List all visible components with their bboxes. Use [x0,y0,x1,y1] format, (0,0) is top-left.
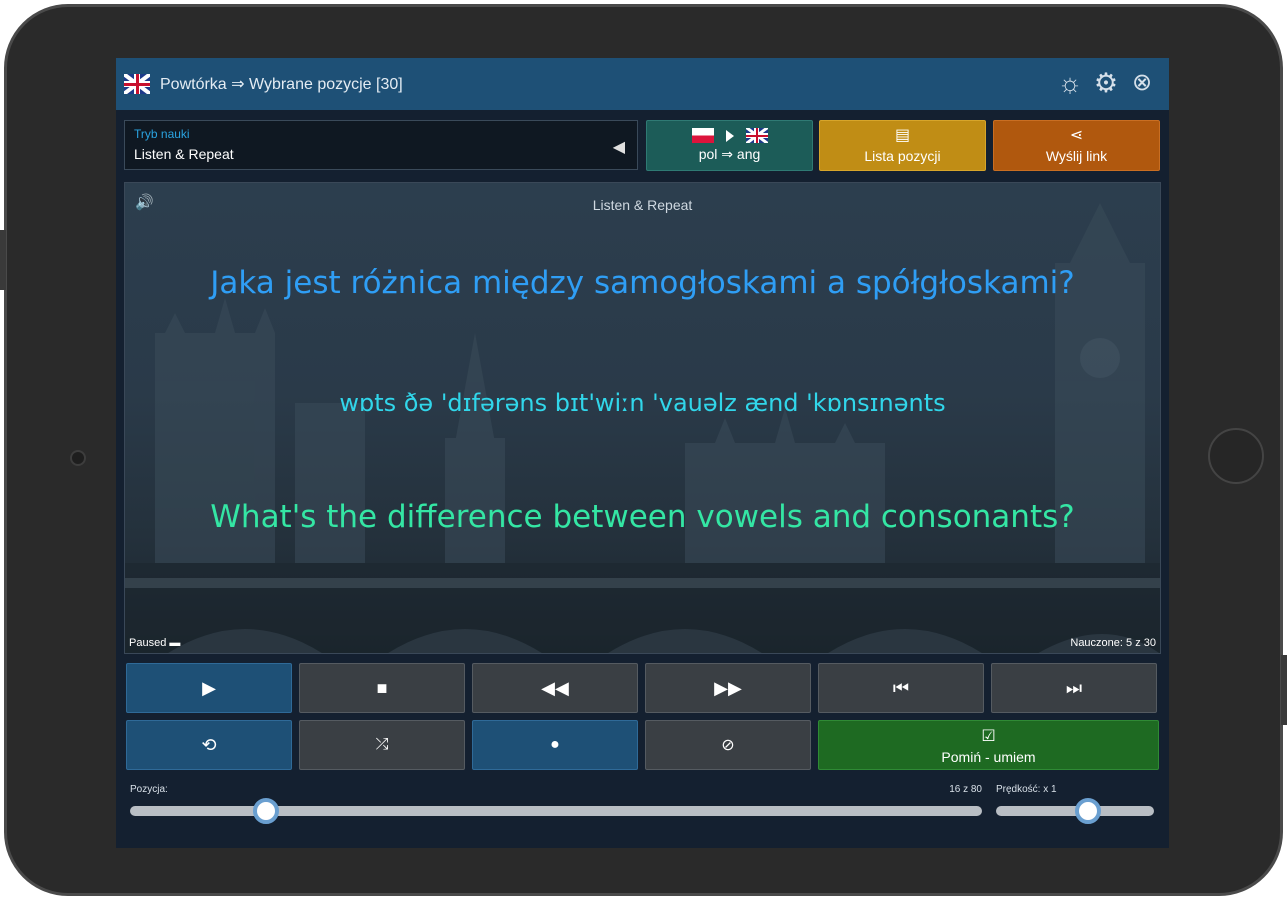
list-icon: ▤ [894,127,911,144]
tablet-camera [70,450,86,466]
skip-to-start-button[interactable]: ⏮ [818,663,984,713]
fast-forward-button[interactable]: ▶▶ [645,663,811,713]
uk-flag-icon [124,74,150,94]
rewind-button[interactable]: ◀◀ [472,663,638,713]
skip-known-button[interactable]: ☑ Pomiń - umiem [818,720,1159,770]
shuffle-button[interactable]: ⤮ [299,720,465,770]
stop-icon: ■ [376,677,388,698]
stage-mode-label: Listen & Repeat [592,197,693,213]
send-link-label: Wyślij link [1045,148,1108,164]
language-direction-label: pol ⇒ ang [698,146,761,162]
triangle-left-icon: ◀ [612,139,625,156]
fast-forward-icon: ▶▶ [714,677,742,698]
mute-button[interactable]: ⊘ [645,720,811,770]
user-voice-button[interactable]: ● [472,720,638,770]
title-bar: Powtórka ⇒ Wybrane pozycje [30] ☼ ⚙ ⊗ [116,58,1169,110]
play-icon: ▶ [202,677,216,698]
gear-icon[interactable]: ⚙ [1091,68,1121,98]
item-list-button[interactable]: ▤ Lista pozycji [819,120,986,171]
position-slider-handle[interactable] [253,798,280,824]
learning-mode-value: Listen & Repeat [134,146,234,162]
app-screen: Powtórka ⇒ Wybrane pozycje [30] ☼ ⚙ ⊗ Tr… [116,58,1169,848]
check-icon: ☑ [981,727,996,745]
skip-known-label: Pomiń - umiem [941,748,1036,765]
uk-flag-icon [745,128,768,143]
skip-start-icon: ⏮ [892,677,910,698]
position-counter: 16 z 80 [949,784,982,795]
repeat-icon: ⟲ [201,734,217,755]
phonetic-transcription: wɒts ðə 'dɪfərəns bɪt'wiːn 'vauəlz ænd '… [339,389,946,417]
playback-status: Paused ▬ [129,637,181,649]
title-actions: ☼ ⚙ ⊗ [1055,68,1157,98]
source-sentence: Jaka jest różnica między samogłoskami a … [210,265,1075,301]
repeat-button[interactable]: ⟲ [126,720,292,770]
speed-slider-handle[interactable] [1074,798,1101,824]
speed-label: Prędkość: x 1 [996,784,1057,795]
tablet-home-button [1208,428,1264,484]
shuffle-icon: ⤮ [375,736,389,753]
close-icon[interactable]: ⊗ [1127,68,1157,98]
skip-end-icon: ⏭ [1065,677,1083,698]
target-sentence: What's the difference between vowels and… [210,499,1075,535]
item-list-label: Lista pozycji [864,148,941,164]
tablet-side-button [0,230,6,290]
tablet-side-button-right [1281,655,1287,725]
skip-to-end-button[interactable]: ⏭ [991,663,1157,713]
learned-counter: Nauczone: 5 z 30 [1070,637,1156,649]
learning-mode-label: Tryb nauki [134,127,190,141]
bell-slash-icon: ⊘ [721,737,735,754]
sun-icon[interactable]: ☼ [1055,68,1085,98]
send-link-button[interactable]: ⋖ Wyślij link [993,120,1160,171]
language-direction-button[interactable]: pol ⇒ ang [646,120,813,171]
language-flags [691,128,768,143]
window-title: Powtórka ⇒ Wybrane pozycje [30] [160,76,403,93]
play-button[interactable]: ▶ [126,663,292,713]
share-icon: ⋖ [1069,127,1084,144]
flashcard-stage: 🔊 Listen & Repeat Jaka jest różnica międ… [124,182,1161,654]
position-label: Pozycja: [130,784,168,795]
rewind-icon: ◀◀ [541,677,569,698]
arrow-right-icon [725,129,734,142]
user-icon: ● [550,736,560,753]
london-skyline-background [125,203,1160,653]
learning-mode-select[interactable]: Tryb nauki Listen & Repeat ◀ [124,120,638,170]
stop-button[interactable]: ■ [299,663,465,713]
pl-flag-icon [691,128,714,143]
